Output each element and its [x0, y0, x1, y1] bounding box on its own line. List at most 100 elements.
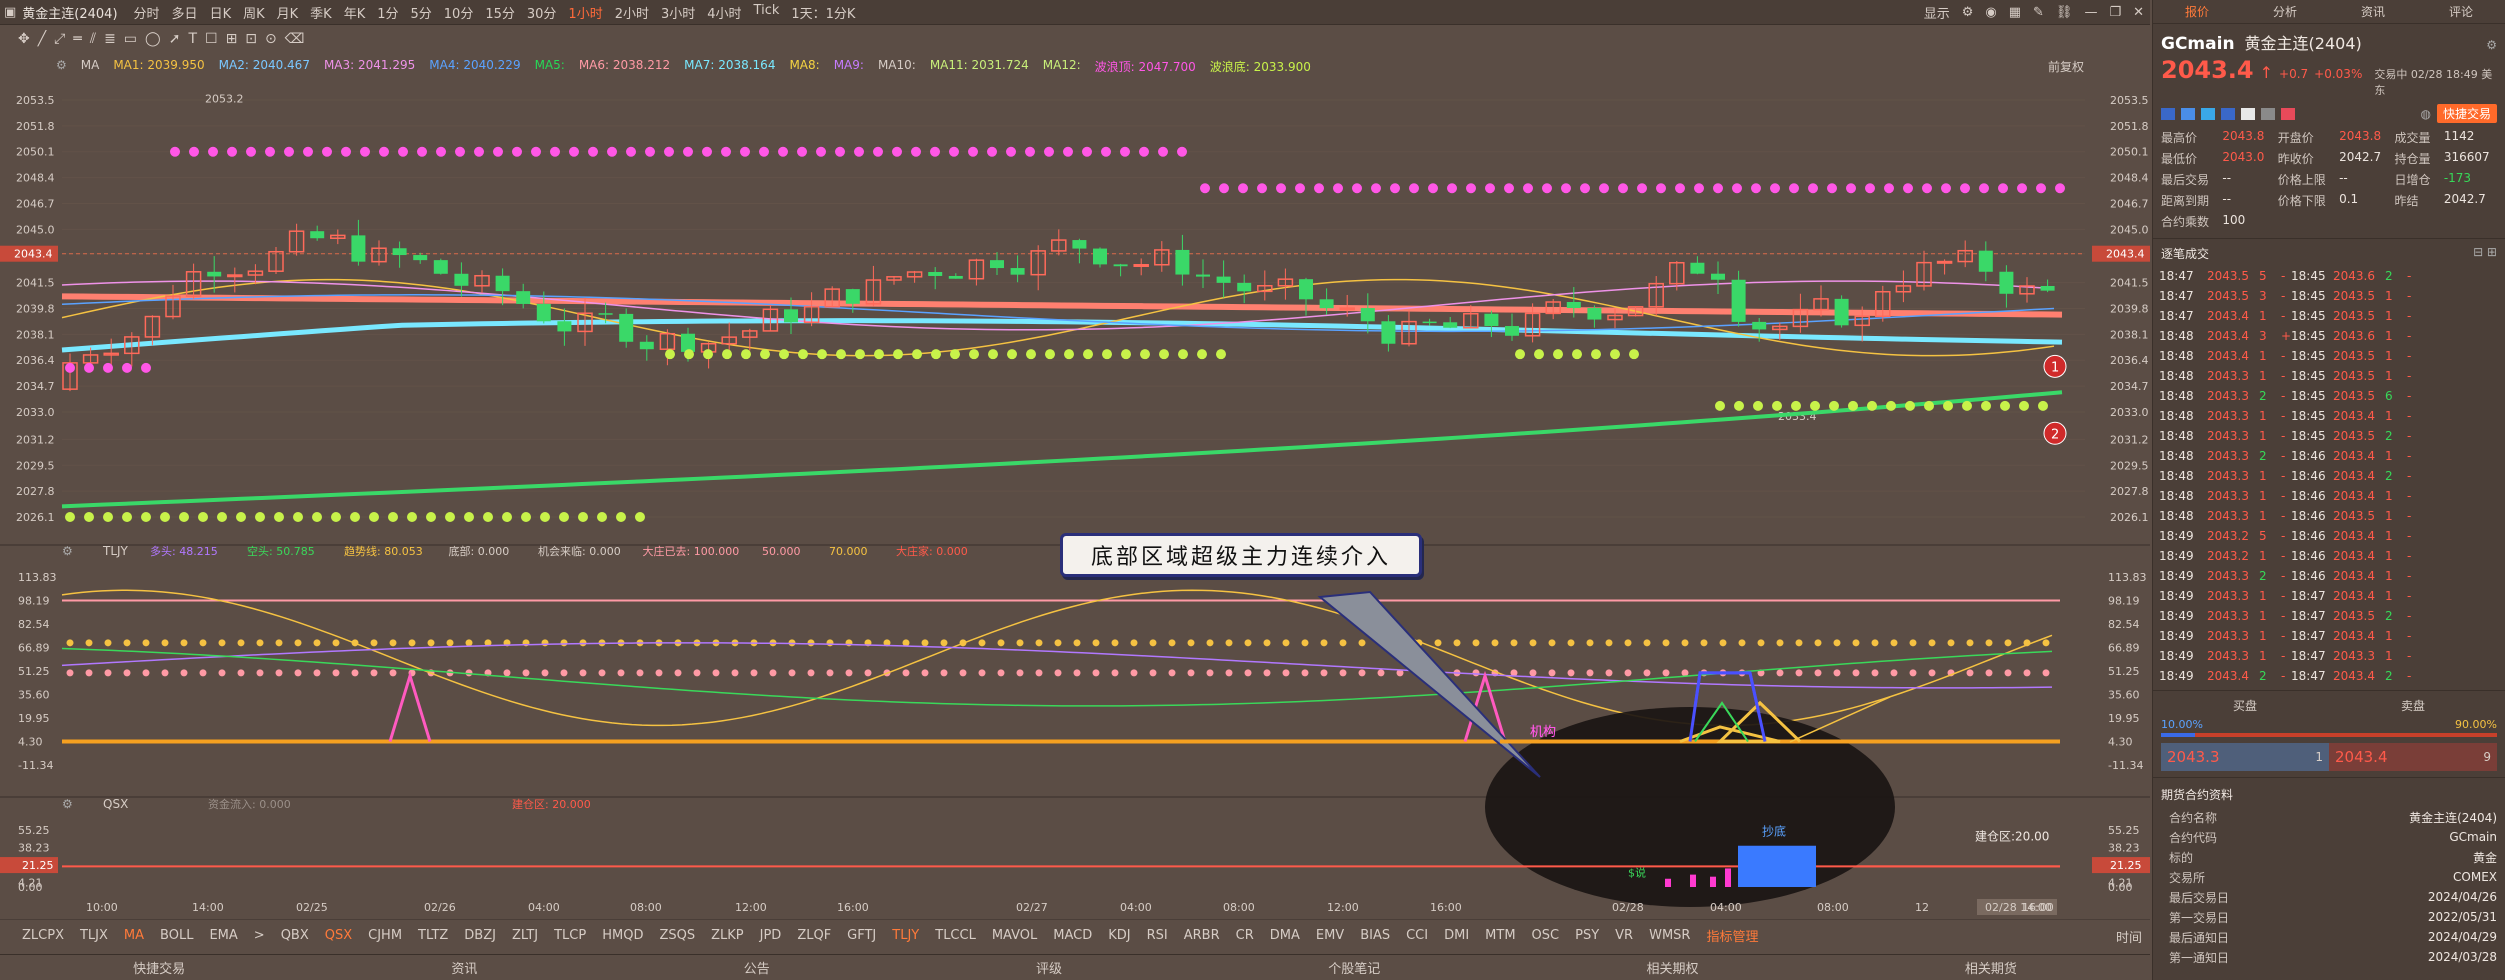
indicator-18[interactable]: GFTJ [839, 928, 884, 943]
bottom-tab-0[interactable]: 快捷交易 [133, 958, 185, 977]
timeframe-6[interactable]: 30分 [521, 3, 563, 22]
bottom-tab-2[interactable]: 公告 [744, 958, 770, 977]
move-icon[interactable]: ✥ [18, 31, 30, 47]
minimize-icon[interactable]: — [2078, 5, 2103, 20]
bottom-tab-1[interactable]: 资讯 [451, 958, 477, 977]
ma-item-6[interactable]: MA7: 2038.164 [684, 58, 775, 75]
indicator-17[interactable]: ZLQF [789, 928, 839, 943]
ma-item-8[interactable]: MA9: [834, 58, 864, 75]
bottom-tab-5[interactable]: 相关期权 [1647, 958, 1699, 977]
link-icon[interactable]: ⛓ [2050, 5, 2079, 20]
settings-icon[interactable]: ⚙ [1956, 5, 1980, 20]
panel-tab-3[interactable]: 评论 [2439, 3, 2483, 20]
indicator-25[interactable]: ARBR [1176, 928, 1228, 943]
indicator-13[interactable]: HMQD [594, 928, 651, 943]
indicator-32[interactable]: MTM [1477, 928, 1523, 943]
ma-item-3[interactable]: MA4: 2040.229 [429, 58, 520, 75]
indicator-26[interactable]: CR [1228, 928, 1262, 943]
indicator-0[interactable]: ZLCPX [14, 928, 72, 943]
period-1[interactable]: 周K [237, 3, 271, 22]
close-icon[interactable]: ✕ [2127, 5, 2150, 20]
indicator-15[interactable]: ZLKP [703, 928, 752, 943]
fib-tool-icon[interactable]: ≣ [104, 31, 116, 47]
panel-tab-0[interactable]: 报价 [2175, 3, 2219, 20]
ma-item-9[interactable]: MA10: [878, 58, 916, 75]
display-menu[interactable]: 显示 [1918, 3, 1956, 22]
period-3[interactable]: 季K [304, 3, 338, 22]
indicator-29[interactable]: BIAS [1352, 928, 1398, 943]
indicator-34[interactable]: PSY [1567, 928, 1607, 943]
lock-icon[interactable]: ⊙ [265, 31, 277, 47]
timeframe-0[interactable]: 分时 [128, 3, 166, 22]
timeframe-4[interactable]: 10分 [438, 3, 480, 22]
magnet-icon[interactable]: ⊡ [245, 31, 257, 47]
timeframe-9[interactable]: 3小时 [655, 3, 701, 22]
period-4[interactable]: 年K [338, 3, 372, 22]
ray-tool-icon[interactable]: ⤢ [54, 31, 65, 47]
heart-icon[interactable] [2281, 107, 2295, 120]
layout-icon[interactable]: ⊟ ⊞ [2473, 245, 2497, 262]
alert-icon[interactable]: ◍ [2421, 107, 2431, 121]
bottom-tab-3[interactable]: 评级 [1036, 958, 1062, 977]
period-2[interactable]: 月K [271, 3, 305, 22]
panel-tab-2[interactable]: 资讯 [2351, 3, 2395, 20]
ma-item-0[interactable]: MA1: 2039.950 [113, 58, 204, 75]
indicator-11[interactable]: ZLTJ [504, 928, 546, 943]
restore-icon[interactable]: ❐ [2103, 5, 2127, 20]
ma-item-10[interactable]: MA11: 2031.724 [930, 58, 1029, 75]
timeframe-1[interactable]: 多日 [166, 3, 204, 22]
timeframe-7[interactable]: 1小时 [562, 3, 608, 22]
gear-icon[interactable]: ⚙ [2486, 38, 2497, 52]
indicator-9[interactable]: TLTZ [410, 928, 456, 943]
bottom-tab-4[interactable]: 个股笔记 [1328, 958, 1380, 977]
indicator-6[interactable]: QBX [273, 928, 317, 943]
indicator-21[interactable]: MAVOL [984, 928, 1045, 943]
adjust-label[interactable]: 前复权 [2048, 58, 2084, 75]
indicator-33[interactable]: OSC [1524, 928, 1568, 943]
note-tool-icon[interactable]: ☐ [205, 31, 218, 47]
indicator-27[interactable]: DMA [1262, 928, 1308, 943]
timeframe-10[interactable]: 4小时 [701, 3, 747, 22]
timeframe-8[interactable]: 2小时 [609, 3, 655, 22]
indicator-30[interactable]: CCI [1398, 928, 1436, 943]
timeframe-3[interactable]: 5分 [405, 3, 438, 22]
indicator-20[interactable]: TLCCL [927, 928, 984, 943]
quick-trade-button[interactable]: 快捷交易 [2436, 104, 2497, 123]
indicator-24[interactable]: RSI [1139, 928, 1176, 943]
bottom-tab-6[interactable]: 相关期货 [1965, 958, 2017, 977]
camera-icon[interactable]: ◉ [1979, 5, 2002, 20]
ma-settings-icon[interactable]: ⚙ [56, 58, 67, 75]
chart-area[interactable]: 2053.5 2053.5 2051.8 2051.8 2050.1 2050.1 2048… [0, 52, 2150, 920]
circle-tool-icon[interactable]: ◯ [145, 31, 161, 47]
delete-icon[interactable]: ⌫ [285, 31, 305, 47]
period-0[interactable]: 日K [204, 3, 238, 22]
ma-item-5[interactable]: MA6: 2038.212 [579, 58, 670, 75]
ma-item-4[interactable]: MA5: [535, 58, 565, 75]
ma-item-1[interactable]: MA2: 2040.467 [219, 58, 310, 75]
panel-tab-1[interactable]: 分析 [2263, 3, 2307, 20]
timeframe-5[interactable]: 15分 [479, 3, 521, 22]
ma-item-7[interactable]: MA8: [789, 58, 819, 75]
indicator-5[interactable]: > [246, 928, 273, 943]
indicator-37[interactable]: 指标管理 [1698, 926, 1766, 945]
measure-tool-icon[interactable]: ⊞ [226, 31, 238, 47]
rect-tool-icon[interactable]: ▭ [124, 31, 137, 47]
indicator-35[interactable]: VR [1607, 928, 1641, 943]
indicator-8[interactable]: CJHM [360, 928, 410, 943]
channel-tool-icon[interactable]: ⫽ [90, 31, 96, 47]
indicator-23[interactable]: KDJ [1100, 928, 1138, 943]
ma-item-12[interactable]: 波浪顶: 2047.700 [1095, 58, 1196, 75]
indicator-14[interactable]: ZSQS [651, 928, 703, 943]
timeframe-2[interactable]: 1分 [371, 3, 404, 22]
indicator-3[interactable]: BOLL [152, 928, 201, 943]
indicator-1[interactable]: TLJX [72, 928, 116, 943]
ma-item-13[interactable]: 波浪底: 2033.900 [1210, 58, 1311, 75]
indicator-22[interactable]: MACD [1045, 928, 1100, 943]
indicator-4[interactable]: EMA [201, 928, 245, 943]
indicator-16[interactable]: JPD [752, 928, 790, 943]
indicator-31[interactable]: DMI [1436, 928, 1477, 943]
line-tool-icon[interactable]: ╱ [38, 31, 46, 47]
pen-icon[interactable]: ✎ [2027, 5, 2050, 20]
ma-item-2[interactable]: MA3: 2041.295 [324, 58, 415, 75]
ma-item-11[interactable]: MA12: [1043, 58, 1081, 75]
